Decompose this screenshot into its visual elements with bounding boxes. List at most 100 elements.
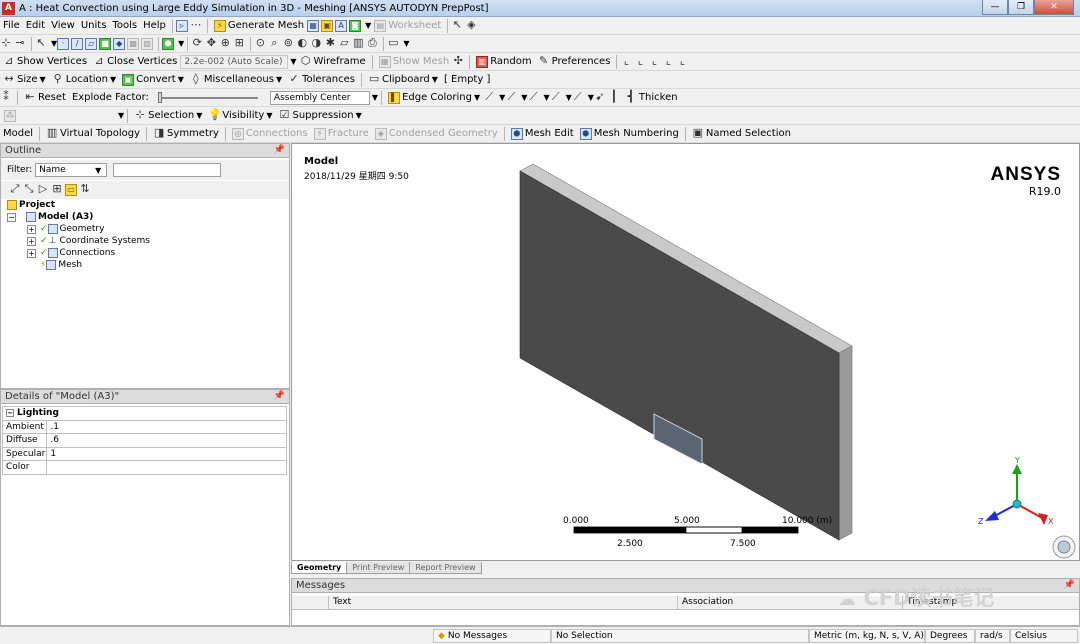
- random-colors-button[interactable]: ▥ Random: [473, 54, 534, 70]
- edge-style-icon-1[interactable]: ⟋: [483, 91, 495, 104]
- tree-item-project[interactable]: Project: [7, 200, 55, 210]
- size-menu[interactable]: ↔ Size ▼: [0, 72, 49, 88]
- edge-style-icon-2[interactable]: ⟋: [505, 91, 517, 104]
- menu-view[interactable]: View: [48, 18, 78, 34]
- select-face-icon[interactable]: ▱: [85, 37, 98, 50]
- view-compass-icon[interactable]: [1052, 535, 1076, 559]
- details-row[interactable]: Specular 1: [1, 446, 287, 461]
- print-icon[interactable]: ⎙: [366, 37, 378, 50]
- expand-icon[interactable]: ⊞: [51, 183, 63, 196]
- menu-file[interactable]: File: [0, 18, 23, 34]
- symmetry-button[interactable]: ◨ Symmetry: [150, 126, 222, 142]
- expand-icon[interactable]: +: [27, 224, 36, 234]
- close-vertices-toggle[interactable]: ⊿ Close Vertices: [90, 54, 180, 70]
- miscellaneous-menu[interactable]: ◊ Miscellaneous ▼: [187, 72, 285, 88]
- menu-help[interactable]: Help: [140, 18, 169, 34]
- selection-menu[interactable]: ⊹ Selection ▼: [131, 108, 205, 124]
- edge-style-icon-5[interactable]: ⟋: [572, 91, 584, 104]
- annotation-icon-5[interactable]: ⌞: [676, 55, 688, 68]
- set-view-icon[interactable]: ▱: [338, 37, 350, 50]
- collapse-icon[interactable]: −: [7, 212, 16, 222]
- clipboard-menu[interactable]: ▭ Clipboard ▼: [365, 72, 441, 88]
- slider-thumb[interactable]: [157, 91, 162, 103]
- tree-item-coordinate-systems[interactable]: + ✓ ⊥ Coordinate Systems: [27, 236, 150, 246]
- next-view-icon[interactable]: ◑: [310, 37, 322, 50]
- connections-button[interactable]: ◎ Connections: [229, 126, 311, 142]
- tag-icon[interactable]: ◈: [465, 19, 477, 32]
- menu-units[interactable]: Units: [78, 18, 110, 34]
- status-degrees[interactable]: Degrees: [925, 629, 975, 643]
- tab-geometry[interactable]: Geometry: [291, 562, 348, 574]
- expand-icon[interactable]: +: [27, 236, 36, 246]
- select-mode-icon[interactable]: ⊹: [0, 37, 12, 50]
- chevron-down-icon[interactable]: ▼: [118, 111, 124, 120]
- chevron-down-icon[interactable]: ▼: [95, 166, 101, 175]
- select-type-icon[interactable]: ⊸: [14, 37, 26, 50]
- status-temperature[interactable]: Celsius: [1010, 629, 1078, 643]
- edge-direction-icon[interactable]: ➹: [594, 91, 606, 104]
- auto-scale-select[interactable]: 2.2e-002 (Auto Scale): [180, 54, 289, 69]
- named-selection-button[interactable]: ▣ Named Selection: [689, 126, 794, 142]
- select-element-face-icon[interactable]: ▨: [141, 37, 154, 50]
- select-body-icon[interactable]: ■: [99, 37, 112, 50]
- generate-mesh-button[interactable]: ⚡ Generate Mesh: [211, 18, 307, 34]
- chevron-down-icon[interactable]: ▼: [403, 39, 409, 48]
- text-icon[interactable]: A: [335, 19, 348, 32]
- magnifier-green-icon[interactable]: ⊚: [282, 37, 294, 50]
- graphics-viewport[interactable]: Model 2018/11/29 星期四 9:50 ANSYS R19.0 0.…: [291, 143, 1080, 561]
- tree-item-mesh[interactable]: ⚡ Mesh: [38, 260, 82, 270]
- model-side-face[interactable]: [838, 345, 853, 541]
- details-row-value[interactable]: .6: [46, 433, 287, 448]
- minimize-button[interactable]: —: [982, 0, 1008, 15]
- zoom-box-icon[interactable]: ⊞: [233, 37, 245, 50]
- select-node-icon[interactable]: ◆: [113, 37, 126, 50]
- details-row[interactable]: Ambient .1: [1, 419, 287, 434]
- cursor-help-icon[interactable]: ↖: [451, 19, 463, 32]
- mesh-quality-icon[interactable]: ✣: [452, 55, 464, 68]
- pointer-icon[interactable]: ↖: [35, 37, 47, 50]
- model-canvas[interactable]: 0.000 5.000 10.000 (m) 2.500 7.500 Y X Z: [292, 144, 1080, 561]
- thin-edge-icon[interactable]: ┃: [608, 91, 620, 104]
- visibility-menu[interactable]: 💡 Visibility ▼: [205, 108, 275, 124]
- tree-item-model[interactable]: − Model (A3): [7, 212, 93, 222]
- collapse-icon[interactable]: ⤡: [23, 183, 35, 196]
- column-association[interactable]: Association: [677, 596, 733, 609]
- annotation-icon-4[interactable]: ⌞: [662, 55, 674, 68]
- mesh-edit-button[interactable]: ⬢ Mesh Edit: [508, 126, 577, 142]
- edge-style-icon-4[interactable]: ⟋: [550, 91, 562, 104]
- sort-icon[interactable]: ⇅: [79, 183, 91, 196]
- pin-icon[interactable]: 📌: [1064, 580, 1075, 590]
- screenshot-icon[interactable]: ◙: [349, 19, 362, 32]
- chevron-down-icon[interactable]: ▼: [372, 93, 378, 102]
- details-group-lighting[interactable]: − Lighting: [2, 406, 287, 421]
- mesh-numbering-button[interactable]: ⬢ Mesh Numbering: [577, 126, 682, 142]
- virtual-topology-button[interactable]: ▥ Virtual Topology: [43, 126, 143, 142]
- details-row-value[interactable]: 1: [46, 446, 287, 461]
- edge-style-icon-3[interactable]: ⟋: [527, 91, 539, 104]
- column-icon[interactable]: [292, 596, 329, 609]
- model-front-face[interactable]: [519, 170, 840, 541]
- tree-filter-icon[interactable]: ▷: [37, 183, 49, 196]
- annotation-icon-2[interactable]: ⌞: [634, 55, 646, 68]
- expand-all-icon[interactable]: ⤢: [9, 183, 21, 196]
- location-menu[interactable]: ⚲ Location ▼: [49, 72, 119, 88]
- rotate-icon[interactable]: ⟳: [191, 37, 203, 50]
- show-vertices-toggle[interactable]: ⊿ Show Vertices: [0, 54, 90, 70]
- explode-icon[interactable]: ⁑: [0, 91, 12, 104]
- preferences-button[interactable]: ✎ Preferences: [535, 54, 614, 70]
- show-mesh-toggle[interactable]: ▦ Show Mesh: [376, 54, 453, 70]
- details-row-value[interactable]: [46, 460, 287, 475]
- restore-view-icon[interactable]: ▥: [352, 37, 364, 50]
- folder-icon[interactable]: ▭: [65, 184, 77, 196]
- annotation-icon-1[interactable]: ⌞: [620, 55, 632, 68]
- magnifier-icon[interactable]: ⌕: [268, 37, 280, 50]
- worksheet-button[interactable]: ▤ Worksheet: [371, 18, 444, 34]
- tab-print-preview[interactable]: Print Preview: [346, 562, 411, 574]
- details-row[interactable]: Color: [1, 460, 287, 475]
- assembly-center-select[interactable]: Assembly Center: [269, 90, 370, 105]
- close-button[interactable]: ✕: [1034, 0, 1074, 15]
- model-button[interactable]: Model: [0, 126, 36, 142]
- pin-icon[interactable]: 📌: [274, 145, 285, 155]
- pan-icon[interactable]: ✥: [205, 37, 217, 50]
- menu-edit[interactable]: Edit: [23, 18, 48, 34]
